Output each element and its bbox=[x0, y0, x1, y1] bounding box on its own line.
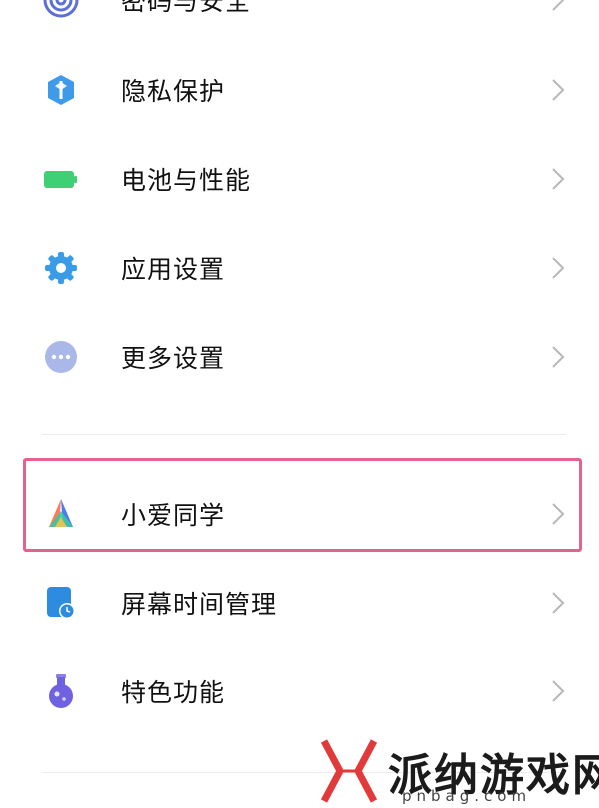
settings-item-privacy[interactable]: 隐私保护 bbox=[0, 46, 599, 134]
battery-icon bbox=[42, 160, 80, 198]
chevron-right-icon bbox=[552, 346, 565, 368]
settings-item-app-settings[interactable]: 应用设置 bbox=[0, 224, 599, 312]
chevron-right-icon bbox=[552, 680, 565, 702]
settings-item-label: 特色功能 bbox=[121, 678, 226, 707]
settings-item-special-features[interactable]: 特色功能 bbox=[0, 647, 599, 735]
settings-item-label: 密码与安全 bbox=[121, 0, 252, 16]
chevron-right-icon bbox=[552, 592, 565, 614]
settings-item-label: 更多设置 bbox=[121, 344, 226, 373]
watermark-url: pnbag.com bbox=[402, 787, 532, 805]
highlight-frame bbox=[23, 458, 582, 552]
chevron-right-icon bbox=[552, 79, 565, 101]
settings-item-label: 隐私保护 bbox=[121, 77, 226, 106]
chevron-right-icon bbox=[552, 168, 565, 190]
chevron-right-icon bbox=[552, 0, 565, 11]
settings-item-label: 应用设置 bbox=[121, 255, 226, 284]
watermark-logo-icon bbox=[320, 739, 378, 803]
settings-item-label: 屏幕时间管理 bbox=[121, 590, 278, 619]
privacy-shield-icon bbox=[42, 71, 80, 109]
watermark: 派纳游戏网 pnbag.com bbox=[318, 735, 599, 808]
settings-item-more-settings[interactable]: 更多设置 bbox=[0, 313, 599, 401]
settings-item-battery-performance[interactable]: 电池与性能 bbox=[0, 135, 599, 223]
fingerprint-icon bbox=[42, 0, 80, 19]
flask-icon bbox=[42, 672, 80, 710]
chevron-right-icon bbox=[552, 257, 565, 279]
section-divider bbox=[42, 434, 566, 435]
settings-item-password-security[interactable]: 密码与安全 bbox=[0, 0, 599, 44]
gear-icon bbox=[42, 249, 80, 287]
screen-time-icon bbox=[42, 584, 80, 622]
settings-item-screen-time[interactable]: 屏幕时间管理 bbox=[0, 559, 599, 647]
settings-item-label: 电池与性能 bbox=[121, 166, 252, 195]
more-dots-icon bbox=[42, 338, 80, 376]
